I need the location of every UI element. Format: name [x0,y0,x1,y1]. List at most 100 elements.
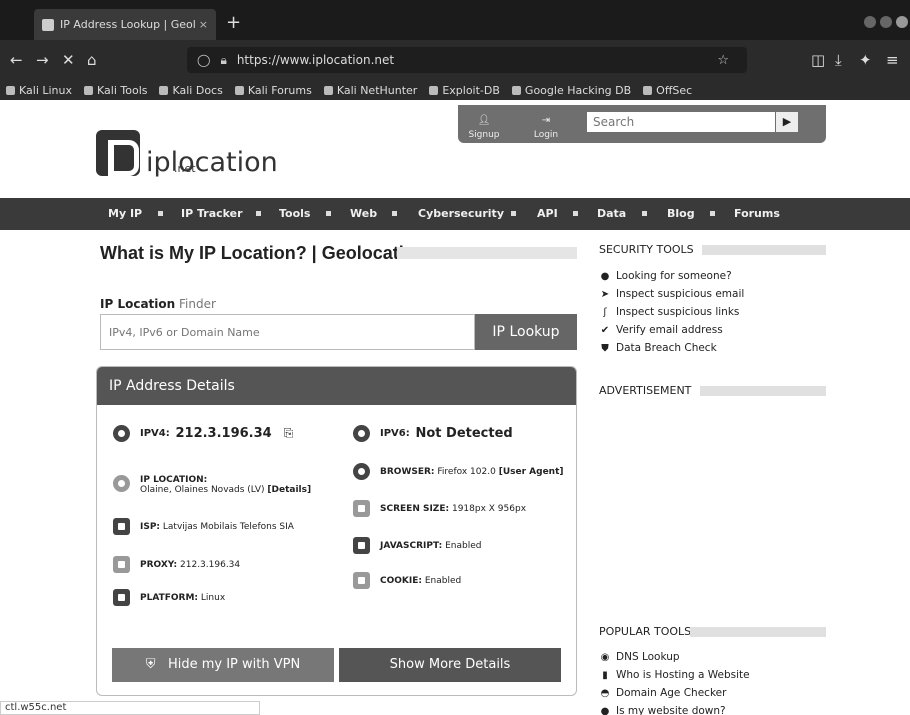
hourglass-icon: ◓ [600,687,610,699]
bookmark-star-icon[interactable]: ☆ [717,53,729,68]
signup-link[interactable]: 👤︎ Signup [464,115,504,140]
nav-forums[interactable]: Forums [734,207,780,220]
security-item[interactable]: ʃ Inspect suspicious links [600,306,739,318]
javascript-row: JAVASCRIPT: Enabled [353,537,481,554]
location-icon [113,475,130,492]
proxy-network-icon [113,556,130,573]
nav-cybersecurity[interactable]: Cybersecurity [418,207,504,220]
hide-ip-vpn-button[interactable]: ⛨ Hide my IP with VPN [112,648,334,682]
download-icon[interactable]: ⤓ [835,51,842,69]
copy-icon[interactable]: ⎘ [284,426,294,441]
monitor-icon [113,589,130,606]
kali-icon [323,85,333,95]
nav-separator [392,211,397,216]
nav-separator [326,211,331,216]
bookmark-item[interactable]: Exploit-DB [429,84,500,97]
heading-bar [702,245,826,255]
question-icon: ● [600,705,610,715]
nav-separator [158,211,163,216]
browser-tab[interactable]: IP Address Lookup | Geolo × [34,9,216,40]
user-add-icon: 👤︎ [477,115,491,126]
extension-icon[interactable]: ✦ [859,51,872,69]
shield-icon: ⛨ [145,657,156,672]
popular-tools-heading: POPULAR TOOLS [599,625,692,638]
building-icon [113,518,130,535]
link-icon: ʃ [603,306,607,318]
ip-location-row: IP LOCATION: Olaine, Olaines Novads (LV)… [113,475,311,495]
exploit-icon [429,85,439,95]
html5-icon [353,537,370,554]
maximize-button[interactable] [880,16,892,28]
location-details-link[interactable]: [Details] [267,485,311,495]
site-search-button[interactable]: ▶ [776,112,798,132]
advertisement-heading: ADVERTISEMENT [599,384,692,397]
nav-tools[interactable]: Tools [279,207,310,220]
user-agent-link[interactable]: [User Agent] [499,467,564,477]
bookmark-item[interactable]: Kali Forums [234,84,312,97]
login-icon: ⇥ [541,115,551,126]
bookmark-item[interactable]: Kali Tools [84,84,147,97]
bookmark-item[interactable]: Kali Docs [159,84,223,97]
nav-separator [511,211,516,216]
shield-icon: ◯ [197,53,211,67]
globe-icon [353,463,370,480]
show-more-details-button[interactable]: Show More Details [339,648,561,682]
bookmark-item[interactable]: Kali NetHunter [323,84,417,97]
tab-close-icon[interactable]: × [199,18,208,31]
offsec-icon [643,85,653,95]
screen-resize-icon [353,500,370,517]
popular-item[interactable]: ● Is my website down? [600,705,726,715]
site-search-input[interactable] [587,112,775,132]
bookmark-item[interactable]: Google Hacking DB [511,84,631,97]
browser-row: BROWSER: Firefox 102.0 [User Agent] [353,463,564,480]
ip-pin-icon [113,425,130,442]
ip-lookup-button[interactable]: IP Lookup [475,314,577,350]
security-item[interactable]: ✔ Verify email address [600,324,723,336]
minimize-button[interactable] [864,16,876,28]
new-tab-button[interactable]: + [226,12,241,33]
heading-bar [690,627,826,637]
popular-item[interactable]: ▮ Who is Hosting a Website [600,669,749,681]
logo-sub: .net [174,162,196,175]
ip-lookup-input[interactable] [100,314,475,350]
security-item[interactable]: ➤ Inspect suspicious email [600,288,745,300]
popular-item[interactable]: ◓ Domain Age Checker [600,687,727,699]
nav-separator [573,211,578,216]
card-title: IP Address Details [97,367,576,405]
nav-api[interactable]: API [537,207,558,220]
menu-icon[interactable]: ≡ [886,51,899,69]
login-link[interactable]: ⇥ Login [526,115,566,140]
ip-pin-icon [353,425,370,442]
bookmark-item[interactable]: OffSec [643,84,692,97]
heading-bar [700,386,826,396]
tab-title: IP Address Lookup | Geolo [60,18,195,31]
popular-item[interactable]: ◉ DNS Lookup [600,651,680,663]
cookie-search-icon [353,572,370,589]
security-item[interactable]: ⛊ Data Breach Check [600,342,716,354]
screen-size-row: SCREEN SIZE: 1918px X 956px [353,500,526,517]
bookmark-item[interactable]: Kali Linux [6,84,72,97]
lock-icon: 🔒︎ [220,52,227,67]
dns-globe-icon: ◉ [600,651,610,663]
nav-ip-tracker[interactable]: IP Tracker [181,207,243,220]
platform-row: PLATFORM: Linux [113,589,225,606]
nav-data[interactable]: Data [597,207,626,220]
nav-web[interactable]: Web [350,207,377,220]
send-icon: ➤ [600,288,610,300]
nav-blog[interactable]: Blog [667,207,695,220]
pocket-icon[interactable]: ◫ [811,51,825,69]
bookmarks-bar: Kali Linux Kali Tools Kali Docs Kali For… [0,80,910,100]
forward-icon[interactable]: → [36,51,49,69]
back-icon[interactable]: ← [10,51,23,69]
home-icon[interactable]: ⌂ [87,51,97,69]
close-window-button[interactable] [896,16,908,28]
stop-icon[interactable]: ✕ [62,51,75,69]
security-item[interactable]: ● Looking for someone? [600,270,732,282]
nav-my-ip[interactable]: My IP [108,207,142,220]
proxy-row: PROXY: 212.3.196.34 [113,556,240,573]
url-bar[interactable]: ◯ 🔒︎ https://www.iplocation.net ☆ [187,47,747,73]
title-underline [397,247,577,259]
shield-icon: ⛊ [601,342,609,354]
security-tools-heading: SECURITY TOOLS [599,243,694,256]
kali-icon [234,85,244,95]
